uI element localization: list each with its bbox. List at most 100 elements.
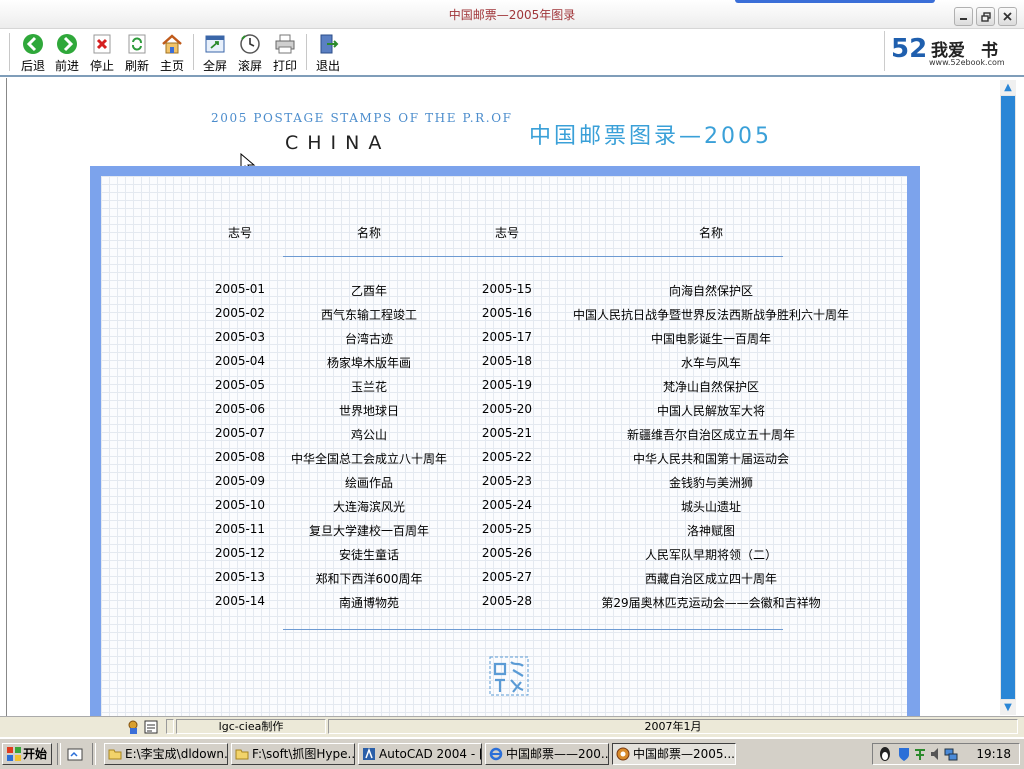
table-row: 2005-07 鸡公山 2005-21 新疆维吾尔自治区成立五十周年 (101, 426, 907, 450)
toolbar-grip[interactable] (9, 33, 14, 71)
tray-icons (880, 747, 958, 761)
minimize-button[interactable] (954, 7, 973, 26)
restore-button[interactable] (976, 7, 995, 26)
issue-number: 2005-10 (214, 498, 266, 512)
forward-label: 前进 (54, 59, 79, 73)
stamp-name: 大连海滨风光 (332, 500, 405, 514)
fullscreen-label: 全屏 (202, 59, 227, 73)
table-row: 2005-01 乙酉年 2005-15 向海自然保护区 (101, 282, 907, 306)
table-row: 2005-03 台湾古迹 2005-17 中国电影诞生一百周年 (101, 330, 907, 354)
stamp-name: 梵净山自然保护区 (662, 380, 759, 394)
input-method-icon (915, 749, 925, 760)
stamp-name: 鸡公山 (350, 428, 387, 442)
title-bar: 中国邮票—2005年图录 (0, 0, 1024, 29)
clock: 19:18 (976, 747, 1011, 761)
stamp-name: 金钱豹与美洲狮 (668, 476, 753, 490)
stamp-name: 中国人民解放军大将 (656, 404, 765, 418)
issue-number: 2005-06 (214, 402, 266, 416)
issue-number: 2005-13 (214, 570, 266, 584)
taskbar-item-autocad[interactable]: AutoCAD 2004 - [... (358, 743, 482, 765)
header-name-1: 名称 (356, 226, 381, 240)
taskbar-separator (92, 743, 96, 765)
folder-icon (235, 749, 249, 760)
stamp-name: 向海自然保护区 (668, 284, 753, 298)
refresh-button[interactable]: 刷新 (120, 32, 154, 73)
vertical-scrollbar[interactable]: ▲ ▼ (1000, 80, 1016, 715)
back-label: 后退 (20, 59, 45, 73)
back-button[interactable]: 后退 (16, 32, 50, 73)
stamp-name: 水车与风车 (680, 356, 741, 370)
stop-icon (93, 34, 111, 54)
fullscreen-icon (205, 35, 225, 53)
print-label: 打印 (272, 59, 297, 73)
close-button[interactable] (998, 7, 1017, 26)
stamp-name: 绘画作品 (344, 476, 393, 490)
stamp-name: 城头山遗址 (680, 500, 741, 514)
issue-number: 2005-08 (214, 450, 266, 464)
taskbar-item-ebook[interactable]: 中国邮票—2005... (612, 743, 736, 765)
table-row: 2005-09 绘画作品 2005-23 金钱豹与美洲狮 (101, 474, 907, 498)
stamp-name: 安徒生童话 (338, 548, 399, 562)
content-viewport: 2005 POSTAGE STAMPS OF THE P.R.OF CHINA … (6, 78, 1000, 716)
exit-button[interactable]: 退出 (311, 32, 345, 73)
network-icon (944, 748, 958, 761)
show-desktop-icon[interactable] (66, 746, 84, 764)
taskbar-item-label: F:\soft\抓图Hype... (252, 747, 355, 761)
stamp-name: 郑和下西洋600周年 (315, 572, 423, 586)
home-label: 主页 (159, 59, 184, 73)
speaker-icon (931, 748, 938, 760)
scroll-up-arrow-icon[interactable]: ▲ (1000, 80, 1016, 95)
print-button[interactable]: 打印 (268, 32, 302, 73)
start-button[interactable]: 开始 (2, 743, 52, 765)
issue-number: 2005-02 (214, 306, 266, 320)
issue-number: 2005-01 (214, 282, 266, 296)
stamp-name: 南通博物苑 (338, 596, 399, 610)
stamp-name: 乙酉年 (350, 284, 387, 298)
shield-icon (899, 748, 909, 761)
header-divider (283, 256, 783, 257)
stamp-name: 玉兰花 (350, 380, 387, 394)
autoscroll-label: 滚屏 (237, 59, 262, 73)
table-row: 2005-13 郑和下西洋600周年 2005-27 西藏自治区成立四十周年 (101, 570, 907, 594)
system-tray: 19:18 (872, 743, 1020, 765)
taskbar-item-explorer-dldown[interactable]: E:\李宝成\dldown... (104, 743, 228, 765)
china-heading: CHINA (285, 132, 391, 154)
fullscreen-button[interactable]: 全屏 (198, 32, 232, 73)
stamp-name: 中国人民抗日战争暨世界反法西斯战争胜利六十周年 (572, 308, 849, 322)
autoscroll-button[interactable]: 滚屏 (233, 32, 267, 73)
stamp-name: 台湾古迹 (344, 332, 393, 346)
table-row: 2005-12 安徒生童话 2005-26 人民军队早期将领（二） (101, 546, 907, 570)
table-row: 2005-04 杨家埠木版年画 2005-18 水车与风车 (101, 354, 907, 378)
home-button[interactable]: 主页 (155, 32, 189, 73)
refresh-icon (128, 34, 146, 54)
logo-number: 52 (891, 34, 928, 64)
taskbar-item-explorer-soft[interactable]: F:\soft\抓图Hype... (231, 743, 355, 765)
windows-logo-icon (7, 747, 21, 761)
close-icon (1003, 12, 1012, 21)
qq-penguin-icon (880, 747, 890, 761)
folder-icon (108, 749, 122, 760)
english-title: 2005 POSTAGE STAMPS OF THE P.R.OF (211, 111, 513, 125)
issue-number: 2005-04 (214, 354, 266, 368)
scrollbar-track[interactable] (1001, 96, 1015, 699)
stop-button[interactable]: 停止 (85, 32, 119, 73)
ebook-icon (616, 747, 630, 761)
ie-icon (489, 747, 503, 761)
start-label: 开始 (23, 747, 48, 761)
stop-label: 停止 (89, 59, 114, 73)
taskbar-item-label: AutoCAD 2004 - [... (379, 747, 481, 761)
printer-icon (275, 34, 295, 54)
minimize-icon (960, 18, 967, 20)
issue-number: 2005-11 (214, 522, 266, 536)
forward-button[interactable]: 前进 (50, 32, 84, 73)
window-title: 中国邮票—2005年图录 (448, 8, 576, 22)
taskbar-item-browser[interactable]: 中国邮票——200... (485, 743, 609, 765)
issue-number: 2005-09 (214, 474, 266, 488)
taskbar-item-label: 中国邮票—2005... (633, 747, 735, 761)
status-field-blank (166, 719, 174, 734)
stamp-list-frame: 志号 名称 志号 名称 2005-01 乙酉年 2005-15 向海自然保护区 2005… (90, 166, 920, 716)
stamp-name: 第29届奥林匹克运动会——会徽和吉祥物 (601, 596, 821, 610)
scroll-down-arrow-icon[interactable]: ▼ (1000, 700, 1016, 715)
autoscroll-icon (240, 34, 260, 54)
stamp-name: 中华全国总工会成立八十周年 (290, 452, 447, 466)
